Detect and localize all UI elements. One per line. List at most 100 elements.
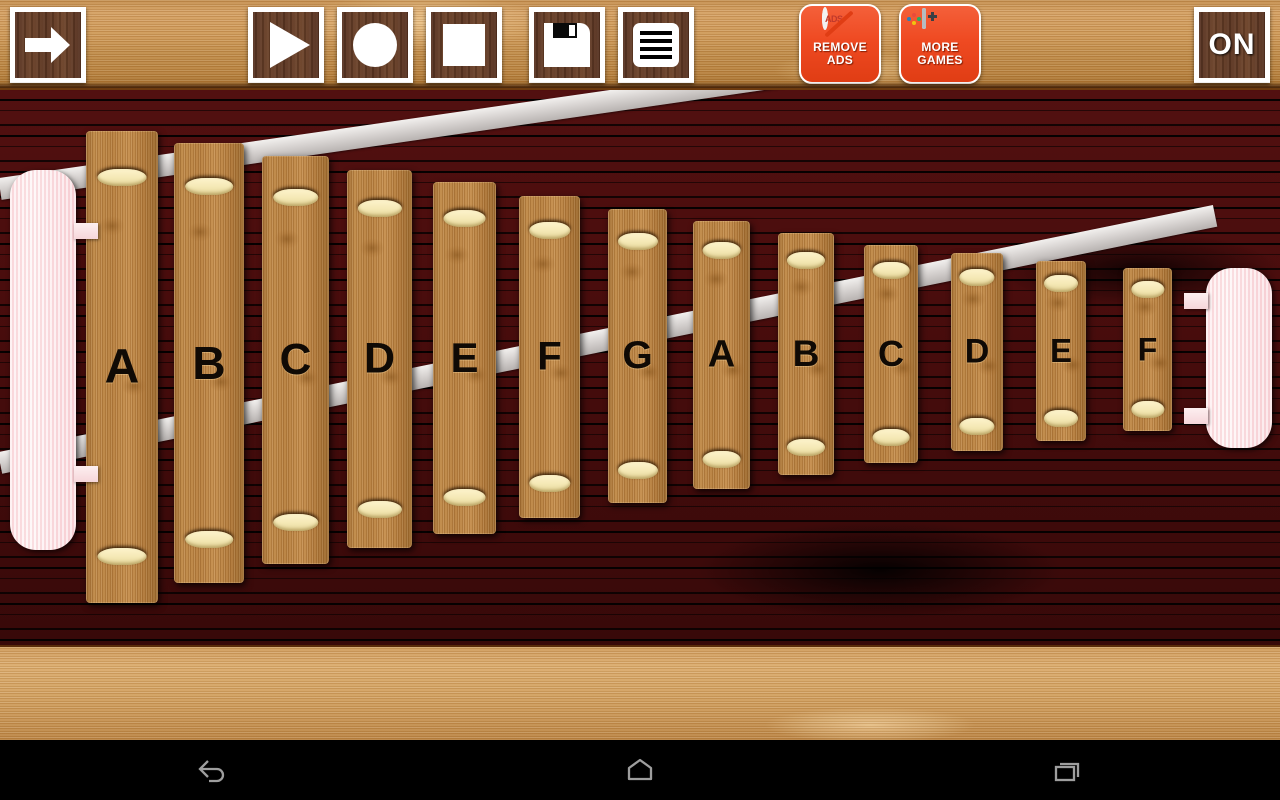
bar-note-label: C (878, 333, 904, 374)
bar-string-hole-top (786, 252, 826, 270)
mallet-handle (74, 466, 98, 483)
sound-toggle-label: ON (1208, 28, 1256, 61)
button-inner (623, 12, 689, 78)
bar-note-label: B (192, 337, 226, 389)
sound-toggle-button[interactable]: ON (1194, 7, 1270, 83)
xylophone-app: REMOVE ADS MORE GAMES ON ABCDEFGABCDEF (0, 0, 1280, 800)
xylophone-bar-e-12[interactable]: E (1036, 261, 1086, 441)
remove-ads-label-line1: REMOVE (813, 40, 867, 54)
remove-ads-label-line2: ADS (826, 52, 854, 67)
mallet-handle (1184, 293, 1208, 310)
bar-note-label: F (537, 334, 562, 379)
bar-string-hole-bottom (872, 428, 910, 446)
list-button[interactable] (618, 7, 694, 83)
bar-string-hole-bottom (528, 475, 571, 493)
bar-string-hole-bottom (959, 418, 995, 436)
floppy-disk-save-icon (544, 23, 590, 67)
wood-knot (444, 245, 471, 266)
wood-knot (274, 229, 301, 250)
bar-string-hole-bottom (443, 488, 486, 506)
wood-knot (358, 238, 385, 259)
play-icon (269, 22, 310, 68)
more-games-button[interactable]: MORE GAMES (899, 4, 981, 84)
nav-back-button[interactable] (173, 748, 253, 792)
bar-string-hole-bottom (786, 438, 826, 456)
gamepad-icon (907, 8, 958, 40)
back-arrow-icon (198, 760, 225, 783)
xylophone-bar-e-5[interactable]: E (433, 182, 496, 534)
mallet-right[interactable] (1184, 268, 1272, 448)
xylophone-bar-g-7[interactable]: G (608, 209, 667, 503)
wood-knot (873, 284, 900, 305)
bar-note-label: D (964, 332, 990, 371)
play-button[interactable] (248, 7, 324, 83)
nav-home-button[interactable] (600, 748, 680, 792)
button-inner (431, 12, 497, 78)
wood-knot (186, 222, 213, 243)
bar-string-hole-top (357, 200, 402, 218)
wood-knot (1131, 297, 1158, 318)
nav-recents-button[interactable] (1027, 748, 1107, 792)
instrument-stage: ABCDEFGABCDEF (0, 90, 1280, 645)
bar-note-label: F (1137, 331, 1158, 367)
bar-note-label: B (792, 333, 820, 374)
bar-string-hole-bottom (185, 530, 233, 548)
wood-knot (703, 269, 730, 290)
bar-string-hole-top (272, 188, 319, 206)
wood-knot (98, 215, 125, 236)
wood-knot (618, 261, 645, 282)
xylophone-bar-c-3[interactable]: C (262, 156, 329, 564)
no-ads-icon (822, 7, 858, 40)
bar-note-label: E (450, 334, 479, 381)
bar-string-hole-bottom (357, 500, 402, 518)
xylophone-bar-d-4[interactable]: D (347, 170, 412, 548)
bar-note-label: G (622, 334, 653, 377)
bar-string-hole-top (443, 210, 486, 228)
bar-string-hole-top (528, 221, 571, 239)
bar-string-hole-bottom (1044, 409, 1078, 427)
bar-string-hole-bottom (1130, 400, 1165, 418)
remove-ads-button[interactable]: REMOVE ADS (799, 4, 881, 84)
button-inner (534, 12, 600, 78)
record-circle-icon (353, 23, 397, 67)
bar-note-label: D (363, 334, 396, 383)
save-button[interactable] (529, 7, 605, 83)
bar-string-hole-top (702, 242, 741, 260)
xylophone-bar-a-8[interactable]: A (693, 221, 750, 489)
bar-string-hole-top (617, 232, 658, 250)
bar-string-hole-bottom (272, 514, 319, 532)
android-navigation-bar (0, 740, 1280, 800)
bar-string-hole-top (872, 262, 910, 280)
bar-note-label: C (279, 335, 312, 384)
xylophone-bar-b-9[interactable]: B (778, 233, 834, 475)
bar-note-label: E (1049, 332, 1072, 369)
stop-button[interactable] (426, 7, 502, 83)
bar-note-label: A (104, 340, 140, 394)
recents-squares-icon (1054, 762, 1079, 782)
wooden-deck (0, 645, 1280, 740)
bar-string-hole-top (959, 268, 995, 286)
arrow-right-icon (25, 27, 70, 63)
next-arrow-button[interactable] (10, 7, 86, 83)
toolbar: REMOVE ADS MORE GAMES ON (0, 0, 1280, 90)
record-button[interactable] (337, 7, 413, 83)
bar-string-hole-top (1044, 275, 1078, 293)
list-lines-icon (633, 23, 679, 67)
xylophone-bar-b-2[interactable]: B (174, 143, 244, 583)
bar-string-hole-bottom (97, 548, 147, 566)
bar-string-hole-top (185, 178, 233, 196)
more-games-label-line2: GAMES (917, 52, 963, 67)
xylophone-bar-f-6[interactable]: F (519, 196, 580, 518)
bar-string-hole-bottom (702, 450, 741, 468)
bar-note-label: A (707, 333, 736, 376)
xylophone-bar-d-11[interactable]: D (951, 253, 1003, 451)
xylophone-bar-f-13[interactable]: F (1123, 268, 1173, 431)
button-inner (253, 12, 319, 78)
mallet-left[interactable] (10, 170, 98, 550)
home-icon (627, 758, 653, 781)
wood-knot (529, 253, 556, 274)
xylophone-bar-a-1[interactable]: A (86, 131, 158, 603)
xylophone-bar-c-10[interactable]: C (864, 245, 918, 463)
wood-knot (1045, 293, 1071, 314)
bar-string-hole-top (1130, 281, 1165, 299)
